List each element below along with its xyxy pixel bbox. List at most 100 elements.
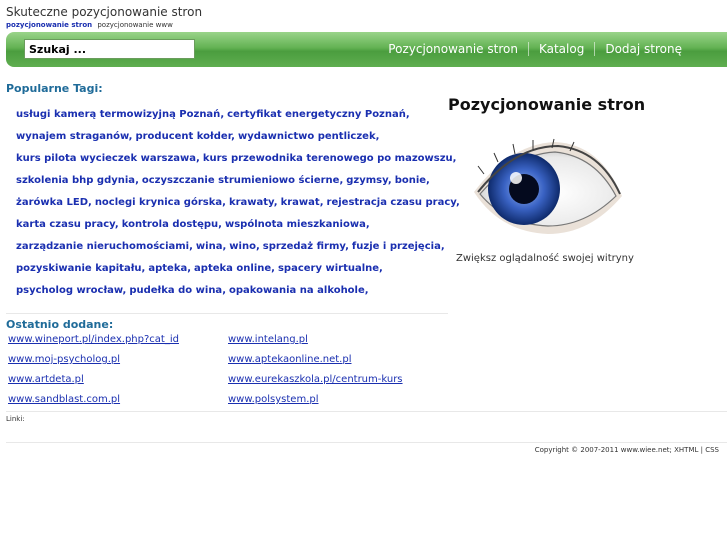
tag-separator: , (365, 219, 370, 230)
recent-row: www.wineport.pl/index.php?cat_id www.inte… (8, 334, 448, 354)
tag-separator: , (319, 197, 324, 208)
tag-separator: , (196, 153, 200, 164)
navbar: Pozycjonowanie stron Katalog Dodaj stron… (6, 32, 727, 67)
nav-link-dodaj-strone[interactable]: Dodaj stronę (594, 42, 692, 56)
tag-separator: , (88, 197, 92, 208)
recent-link[interactable]: www.wineport.pl/index.php?cat_id (8, 334, 228, 354)
recent-link[interactable]: www.eurekaszkola.pl/centrum-kurs (228, 374, 448, 394)
tag-link[interactable]: wydawnictwo pentliczek (238, 131, 376, 142)
nav-links: Pozycjonowanie stron Katalog Dodaj stron… (378, 42, 692, 56)
tag-link[interactable]: producent kołder (135, 131, 231, 142)
tag-separator: , (375, 131, 380, 142)
tag-link[interactable]: zarządzanie nieruchomościami (16, 241, 189, 252)
tagline-brand-link[interactable]: pozycjonowanie stron (6, 21, 92, 29)
tag-link[interactable]: pudełka do wina (129, 285, 222, 296)
tagline: pozycjonowanie stron pozycjonowanie www (6, 21, 173, 29)
tag-separator: , (141, 263, 146, 274)
recent-list: www.wineport.pl/index.php?cat_id www.inte… (8, 334, 448, 414)
nav-link-pozycjonowanie[interactable]: Pozycjonowanie stron (378, 42, 528, 56)
tag-link[interactable]: żarówka LED (16, 197, 88, 208)
tag-line: żarówka LED, noclegi krynica górska, krawa… (16, 197, 460, 219)
recent-heading: Ostatnio dodane: (6, 318, 114, 331)
tag-line: psycholog wrocław, pudełka do wina, opakow… (16, 285, 431, 307)
divider (6, 313, 448, 314)
tag-link[interactable]: usługi kamerą termowizyjną Poznań (16, 109, 220, 120)
tag-separator: , (122, 285, 127, 296)
tag-line: wynajem straganów, producent kołder, wydaw… (16, 131, 431, 153)
tag-separator: , (255, 241, 260, 252)
tag-link[interactable]: spacery wirtualne (278, 263, 379, 274)
tag-separator: , (114, 219, 119, 230)
side-text: Zwiększ oglądalność swojej witryny (456, 253, 634, 264)
tag-separator: , (364, 285, 369, 296)
divider (6, 411, 727, 412)
tag-separator: , (222, 197, 226, 208)
recent-link[interactable]: www.artdeta.pl (8, 374, 228, 394)
tag-link[interactable]: wspólnota mieszkaniowa (225, 219, 366, 230)
search-input[interactable] (24, 39, 195, 59)
tag-link[interactable]: wino (229, 241, 256, 252)
recent-link[interactable]: www.aptekaonline.net.pl (228, 354, 448, 374)
tag-link[interactable]: apteka online (194, 263, 271, 274)
tag-link[interactable]: psycholog wrocław (16, 285, 123, 296)
tag-separator: , (135, 175, 139, 186)
tag-separator: , (456, 197, 460, 208)
tag-link[interactable]: gzymsy (346, 175, 388, 186)
css-link[interactable]: CSS (705, 446, 719, 454)
tag-separator: , (189, 241, 193, 252)
tag-link[interactable]: fuzje i przejęcia (352, 241, 441, 252)
tag-link[interactable]: oczyszczanie strumieniowo ścierne (142, 175, 340, 186)
recent-row: www.artdeta.pl www.eurekaszkola.pl/centru… (8, 374, 448, 394)
side-title: Pozycjonowanie stron (448, 95, 646, 114)
tags-heading: Popularne Tagi: (6, 82, 103, 95)
footer: Copyright © 2007-2011 www.wiee.net; XHTM… (535, 446, 719, 454)
tag-link[interactable]: szkolenia bhp gdynia (16, 175, 135, 186)
tag-link[interactable]: krawat (281, 197, 320, 208)
tag-separator: , (273, 197, 278, 208)
divider (6, 442, 727, 443)
tag-link[interactable]: kurs przewodnika terenowego po mazowszu (203, 153, 453, 164)
tag-line: usługi kamerą termowizyjną Poznań, certyf… (16, 109, 431, 131)
site-title: Skuteczne pozycjonowanie stron (6, 5, 203, 19)
tag-separator: , (452, 153, 457, 164)
tag-separator: , (379, 263, 383, 274)
tag-separator: , (218, 219, 222, 230)
tag-link[interactable]: wina (196, 241, 223, 252)
tag-separator: , (220, 109, 225, 120)
tag-link[interactable]: karta czasu pracy (16, 219, 115, 230)
xhtml-link[interactable]: XHTML (674, 446, 698, 454)
tag-separator: , (128, 131, 133, 142)
tag-line: kurs pilota wycieczek warszawa, kurs prze… (16, 153, 456, 175)
tag-separator: , (187, 263, 192, 274)
nav-link-katalog[interactable]: Katalog (527, 42, 594, 56)
tag-link[interactable]: bonie (395, 175, 426, 186)
tag-separator: , (271, 263, 275, 274)
recent-link[interactable]: www.moj-psycholog.pl (8, 354, 228, 374)
tag-separator: , (345, 241, 349, 252)
tag-separator: , (387, 175, 392, 186)
tag-link[interactable]: certyfikat energetyczny Poznań (227, 109, 406, 120)
tag-link[interactable]: kontrola dostępu (122, 219, 218, 230)
tag-link[interactable]: pozyskiwanie kapitału (16, 263, 142, 274)
tag-line: pozyskiwanie kapitału, apteka, apteka onli… (16, 263, 431, 285)
tag-separator: , (231, 131, 235, 142)
tagline-text: pozycjonowanie www (97, 21, 173, 29)
tag-link[interactable]: rejestracja czasu pracy (327, 197, 456, 208)
tag-cloud: usługi kamerą termowizyjną Poznań, certyf… (16, 109, 460, 307)
tag-link[interactable]: krawaty (229, 197, 274, 208)
tag-separator: , (222, 241, 227, 252)
tag-link[interactable]: opakowania na alkohole (229, 285, 365, 296)
copyright-text: Copyright © 2007-2011 www.wiee.net; (534, 446, 672, 454)
tag-line: szkolenia bhp gdynia, oczyszczanie strumi… (16, 175, 431, 197)
tag-separator: , (222, 285, 226, 296)
tag-line: karta czasu pracy, kontrola dostępu, wspól… (16, 219, 431, 241)
tag-link[interactable]: noclegi krynica górska (95, 197, 222, 208)
tag-link[interactable]: kurs pilota wycieczek warszawa (16, 153, 196, 164)
tag-link[interactable]: apteka (148, 263, 187, 274)
tag-separator: , (426, 175, 430, 186)
tag-link[interactable]: wynajem straganów (16, 131, 129, 142)
recent-link[interactable]: www.intelang.pl (228, 334, 448, 354)
tag-separator: , (440, 241, 445, 252)
tag-link[interactable]: sprzedaż firmy (263, 241, 345, 252)
footer-separator: | (700, 446, 703, 454)
